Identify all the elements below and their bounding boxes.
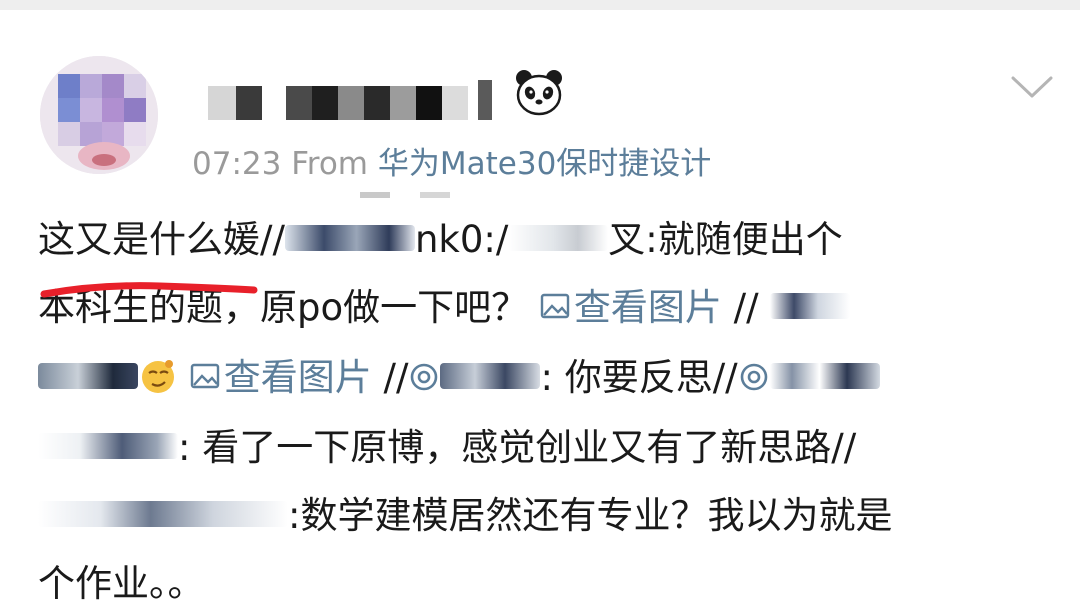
redacted-username[interactable] <box>38 500 288 527</box>
redacted-username[interactable] <box>770 292 851 319</box>
device-name[interactable]: 华为Mate30保时捷设计 <box>378 146 711 182</box>
weibo-post: 07:23 From 华为Mate30保时捷设计 这又是什么媛// nk0:/ 叉:… <box>0 10 1080 605</box>
redacted-username[interactable] <box>284 224 415 251</box>
chevron-down-icon[interactable] <box>1010 74 1054 102</box>
view-image-link[interactable]: 查看图片 <box>540 286 722 329</box>
post-meta: 07:23 From 华为Mate30保时捷设计 <box>192 144 711 184</box>
redacted-username[interactable] <box>769 362 880 389</box>
avatar-mosaic <box>40 56 158 174</box>
text-segment: 本科生的题，原po做一下吧？ <box>38 286 529 329</box>
post-text-line-4: : 看了一下原博，感觉创业又有了新思路// <box>38 418 856 478</box>
text-segment: : 你要反思// <box>540 356 738 399</box>
view-image-label: 查看图片 <box>223 356 372 399</box>
at-icon <box>740 363 767 390</box>
username-redacted[interactable] <box>208 80 498 126</box>
post-time: 07:23 <box>192 146 282 182</box>
text-segment: 叉:就随便出个 <box>608 218 843 261</box>
image-icon <box>540 293 570 318</box>
redacted-username[interactable] <box>38 432 178 459</box>
redacted-username[interactable] <box>508 224 609 251</box>
image-icon <box>190 363 219 388</box>
text-segment: nk0:/ <box>414 218 509 261</box>
redacted-username[interactable] <box>38 362 138 389</box>
text-segment: 个作业。。 <box>38 562 205 605</box>
blur-smudge <box>360 192 450 198</box>
view-image-link[interactable]: 查看图片 <box>190 356 372 399</box>
post-text-line-6: 个作业。。 <box>38 554 205 614</box>
post-text-line-3: 查看图片 // : 你要反思// <box>38 348 880 408</box>
post-text-line-5: :数学建模居然还有专业？我以为就是 <box>38 486 892 546</box>
text-segment: 这又是什么媛// <box>38 218 285 261</box>
post-text-line-2: 本科生的题，原po做一下吧？ 查看图片 // <box>38 278 851 338</box>
text-segment: :数学建模居然还有专业？我以为就是 <box>288 494 893 537</box>
text-segment: // <box>733 286 759 329</box>
post-text-line-1: 这又是什么媛// nk0:/ 叉:就随便出个 <box>38 210 843 270</box>
from-label: From <box>291 146 369 182</box>
text-segment: // <box>383 356 409 399</box>
panda-icon <box>516 70 562 116</box>
smug-emoji-icon <box>142 359 174 393</box>
redacted-username[interactable] <box>440 362 541 389</box>
username-mosaic <box>208 80 492 120</box>
at-icon <box>411 363 438 390</box>
text-segment: : 看了一下原博，感觉创业又有了新思路// <box>178 426 857 469</box>
avatar[interactable] <box>40 56 158 174</box>
top-separator <box>0 0 1080 10</box>
view-image-label: 查看图片 <box>573 286 722 329</box>
